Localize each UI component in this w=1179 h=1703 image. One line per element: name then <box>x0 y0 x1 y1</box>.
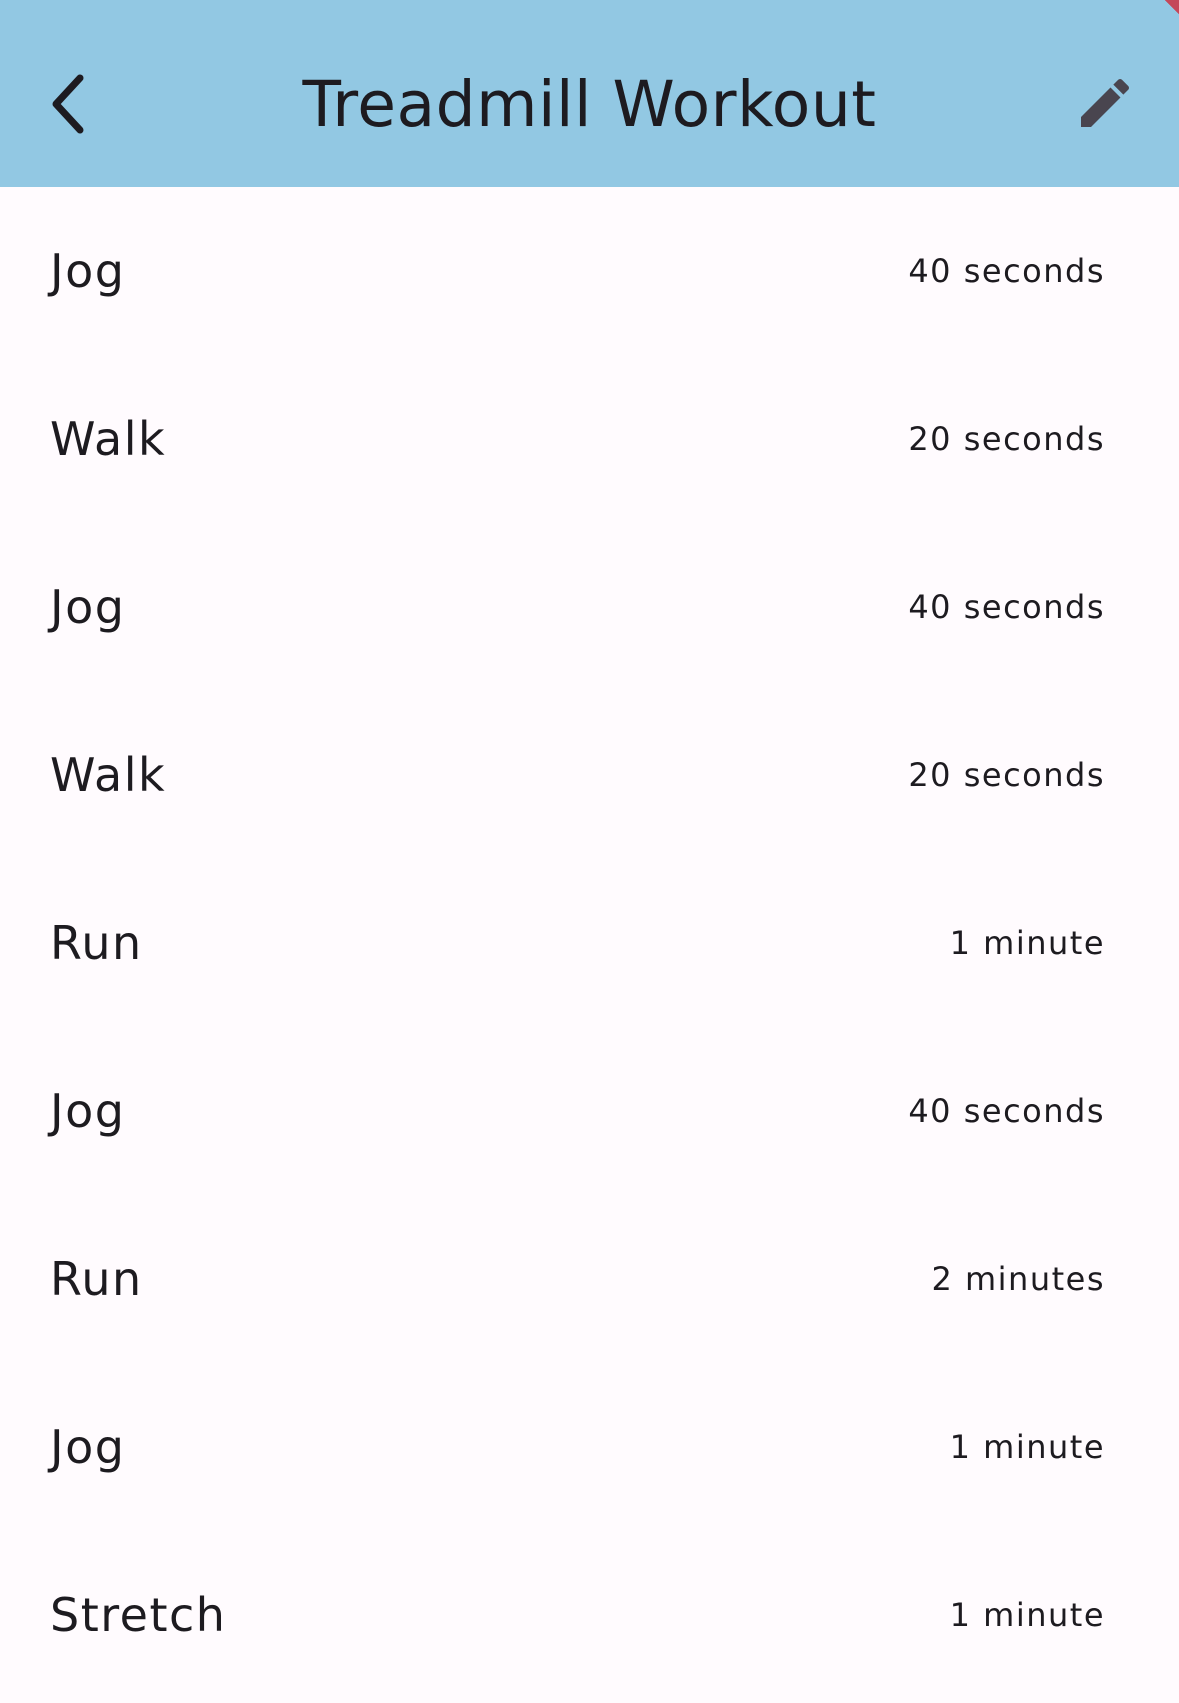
step-duration: 20 seconds <box>908 420 1105 458</box>
step-duration: 40 seconds <box>908 1092 1105 1130</box>
step-duration: 40 seconds <box>908 588 1105 626</box>
list-item[interactable]: Run 2 minutes <box>0 1195 1179 1363</box>
step-name: Jog <box>50 580 126 634</box>
pencil-icon <box>1081 78 1130 127</box>
edit-button[interactable] <box>1060 58 1150 148</box>
list-item[interactable]: Walk 20 seconds <box>0 355 1179 523</box>
list-item[interactable]: Walk 20 seconds <box>0 691 1179 859</box>
step-duration: 1 minute <box>949 924 1105 962</box>
list-item[interactable]: Jog 1 minute <box>0 1363 1179 1531</box>
step-duration: 1 minute <box>949 1596 1105 1634</box>
list-item[interactable]: Jog 40 seconds <box>0 523 1179 691</box>
back-button[interactable] <box>28 56 108 152</box>
list-item[interactable]: Run 1 minute <box>0 859 1179 1027</box>
step-name: Walk <box>50 412 167 466</box>
step-duration: 40 seconds <box>908 252 1105 290</box>
step-duration: 1 minute <box>949 1428 1105 1466</box>
page-title: Treadmill Workout <box>302 68 877 141</box>
workout-step-list: Jog 40 seconds Walk 20 seconds Jog 40 se… <box>0 187 1179 1699</box>
step-name: Walk <box>50 748 167 802</box>
app-bar: Treadmill Workout <box>0 0 1179 187</box>
list-item[interactable]: Jog 40 seconds <box>0 187 1179 355</box>
step-name: Run <box>50 1252 143 1306</box>
corner-accent <box>1159 0 1179 20</box>
list-item[interactable]: Stretch 1 minute <box>0 1531 1179 1699</box>
step-name: Run <box>50 916 143 970</box>
step-duration: 20 seconds <box>908 756 1105 794</box>
step-duration: 2 minutes <box>931 1260 1105 1298</box>
step-name: Stretch <box>50 1588 227 1642</box>
step-name: Jog <box>50 244 126 298</box>
step-name: Jog <box>50 1084 126 1138</box>
chevron-left-icon <box>52 74 84 134</box>
step-name: Jog <box>50 1420 126 1474</box>
list-item[interactable]: Jog 40 seconds <box>0 1027 1179 1195</box>
